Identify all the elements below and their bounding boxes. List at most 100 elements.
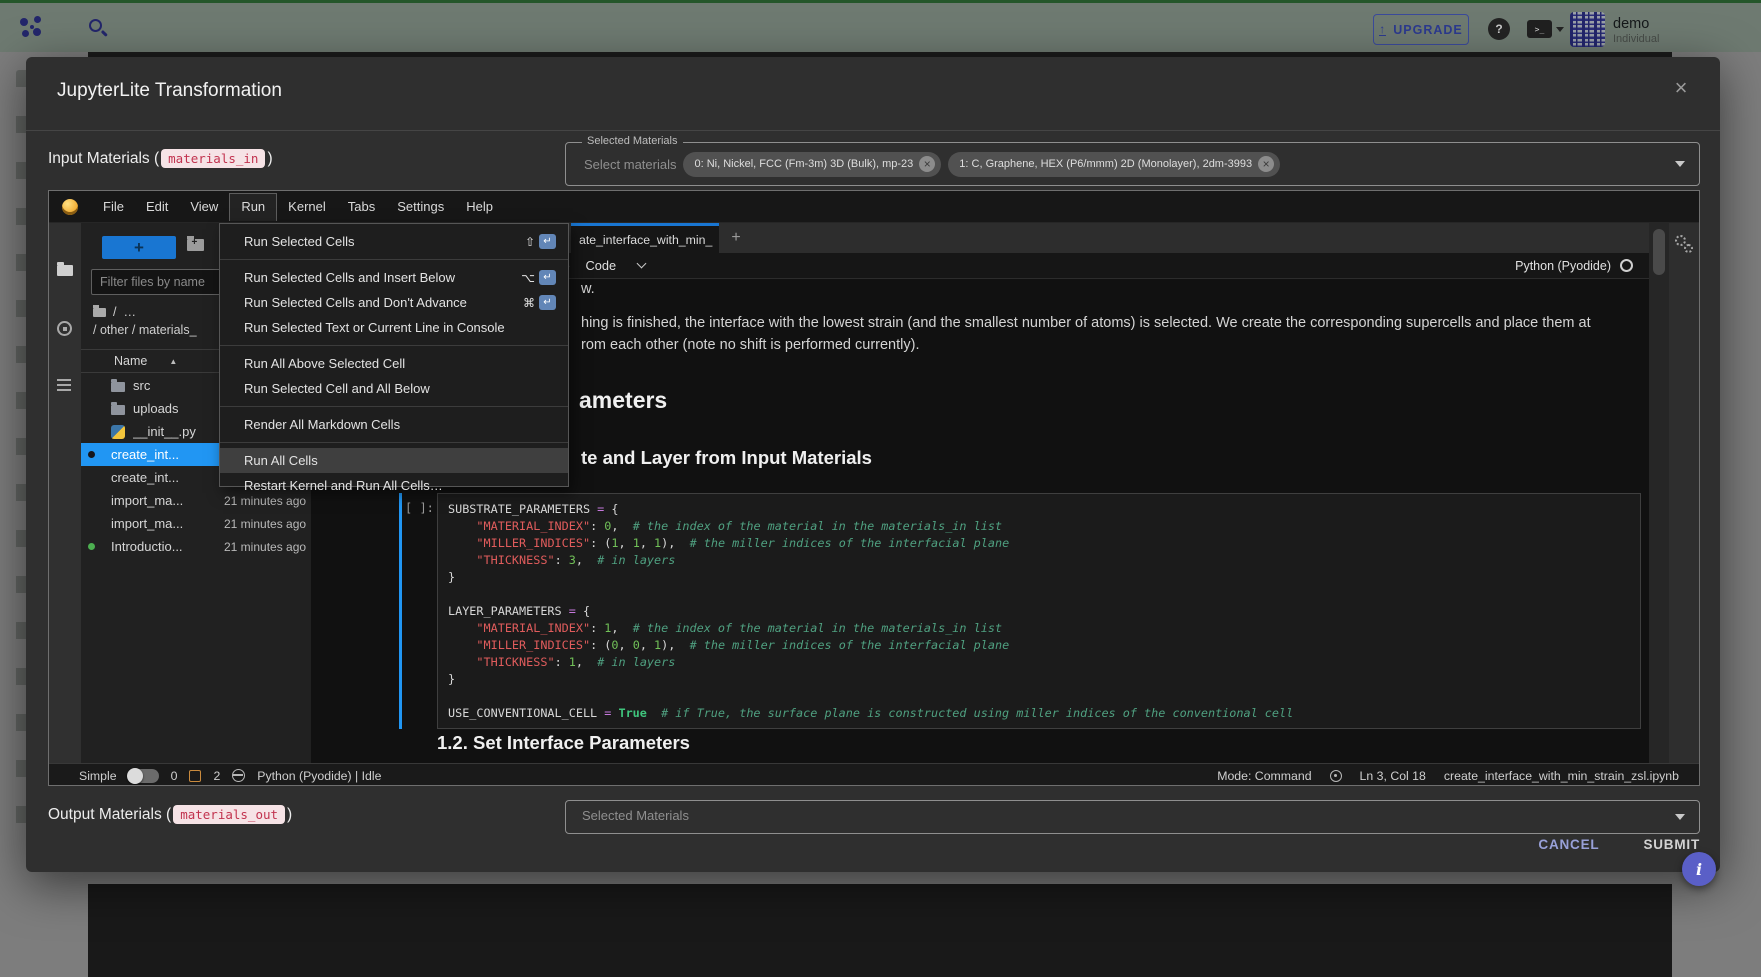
simple-mode-toggle[interactable]	[129, 769, 159, 783]
file-modified: 21 minutes ago	[224, 517, 306, 531]
run-menu-dropdown: Run Selected Cells ⇧ ↵ Run Selected Cell…	[219, 223, 569, 487]
dialog-title: JupyterLite Transformation	[57, 80, 282, 102]
kernel-status-text[interactable]: Python (Pyodide) | Idle	[257, 769, 381, 783]
menubar-items: File Edit View Run	[92, 193, 504, 221]
run-menu-item[interactable]: Run Selected Cells ⇧ ↵	[220, 229, 568, 254]
user-avatar[interactable]	[1570, 12, 1605, 47]
chip-close-icon[interactable]: ×	[1258, 156, 1274, 172]
menubar-item[interactable]: Tabs	[337, 194, 386, 219]
kernels-count[interactable]: 2	[213, 769, 220, 783]
menu-shortcut: ⇧ ↵	[525, 234, 556, 249]
name-column-header: Name	[114, 354, 147, 368]
run-menu-item-label: Restart Kernel and Run All Cells…	[244, 478, 556, 493]
cell-type-dropdown[interactable]: Code	[586, 258, 617, 273]
dropdown-caret-icon[interactable]	[1675, 161, 1685, 167]
app-topbar: ↑ UPGRADE ? >_ demo Individual	[0, 0, 1761, 52]
running-sessions-icon[interactable]	[57, 321, 72, 336]
menubar-item[interactable]: View	[179, 194, 229, 219]
console-icon[interactable]: >_	[1527, 20, 1552, 38]
cursor-position[interactable]: Ln 3, Col 18	[1360, 769, 1426, 783]
jupyter-statusbar: Simple 0 2 Python (Pyodide) | Idle Mode:…	[49, 763, 1699, 786]
run-menu-item[interactable]: Run Selected Cell and All Below	[220, 376, 568, 401]
jupyterlite-transformation-dialog: JupyterLite Transformation × Input Mater…	[26, 57, 1720, 872]
screen: ↑ UPGRADE ? >_ demo Individual JupyterLi…	[0, 0, 1761, 977]
output-materials-select[interactable]: Selected Materials	[565, 800, 1700, 834]
sort-asc-icon: ▲	[169, 357, 177, 366]
menubar-item[interactable]: Run	[229, 193, 277, 221]
jupyter-menubar: File Edit View Run	[49, 191, 1699, 223]
scrollbar-thumb[interactable]	[1653, 229, 1665, 275]
cell-type-caret-icon[interactable]	[637, 259, 647, 269]
file-name: create_int...	[111, 470, 179, 485]
run-menu-item[interactable]: Render All Markdown Cells	[220, 412, 568, 437]
run-menu-item[interactable]: Restart Kernel and Run All Cells…	[220, 473, 568, 498]
run-menu-item[interactable]: Run Selected Text or Current Line in Con…	[220, 315, 568, 340]
upgrade-button[interactable]: ↑ UPGRADE	[1373, 14, 1469, 45]
new-tab-button[interactable]: +	[725, 227, 747, 249]
markdown-paragraph-line2: rom each other (note no shift is perform…	[581, 337, 919, 353]
menubar-item[interactable]: Settings	[386, 194, 455, 219]
run-menu-item[interactable]: Run Selected Cells and Insert Below ⌥ ↵	[220, 265, 568, 290]
material-chip[interactable]: 1: C, Graphene, HEX (P6/mmm) 2D (Monolay…	[948, 152, 1280, 177]
breadcrumb-ellipsis: …	[123, 305, 136, 319]
menubar-item[interactable]: Edit	[135, 194, 179, 219]
info-fab-button[interactable]: i	[1682, 852, 1716, 886]
upgrade-label: UPGRADE	[1393, 23, 1463, 37]
kernel-status-icon[interactable]	[1620, 259, 1633, 272]
command-mode-label[interactable]: Mode: Command	[1217, 769, 1311, 783]
markdown-fragment-top: w.	[581, 281, 595, 297]
kernel-name[interactable]: Python (Pyodide)	[1515, 259, 1611, 273]
selected-materials-input[interactable]: Selected Materials Select materials 0: N…	[565, 142, 1700, 186]
file-type-icon	[111, 425, 125, 439]
help-icon[interactable]: ?	[1488, 18, 1510, 40]
menubar-item-label: File	[103, 199, 124, 214]
terminals-count[interactable]: 0	[171, 769, 178, 783]
statusbar-filename: create_interface_with_min_strain_zsl.ipy…	[1444, 769, 1679, 783]
notebook-scrollbar[interactable]	[1649, 223, 1669, 763]
run-menu-item-label: Run Selected Cells and Insert Below	[244, 270, 521, 285]
language-globe-icon[interactable]	[232, 769, 245, 782]
notebook-tab[interactable]: ate_interface_with_min_	[571, 223, 719, 253]
submit-button[interactable]: SUBMIT	[1643, 837, 1700, 852]
return-key-icon: ↵	[539, 270, 556, 285]
output-materials-label: Output Materials ( materials_out )	[48, 805, 292, 824]
file-row[interactable]: Introductio... 21 minutes ago	[81, 535, 311, 558]
material-chip[interactable]: 0: Ni, Nickel, FCC (Fm-3m) 3D (Bulk), mp…	[683, 152, 941, 177]
cell-prompt: [ ]:	[405, 501, 434, 515]
run-menu-item[interactable]: Run All Above Selected Cell	[220, 351, 568, 376]
statusbar-left: Simple 0 2 Python (Pyodide) | Idle	[49, 769, 381, 783]
output-select-placeholder: Selected Materials	[582, 808, 689, 823]
modifier-key-icon: ⌘	[523, 296, 535, 310]
material-chip-label: 1: C, Graphene, HEX (P6/mmm) 2D (Monolay…	[959, 158, 1252, 170]
property-inspector-icon[interactable]	[1675, 235, 1695, 255]
output-dropdown-caret-icon[interactable]	[1675, 814, 1685, 820]
menubar-item[interactable]: File	[92, 194, 135, 219]
run-menu-item-label: Run Selected Text or Current Line in Con…	[244, 320, 556, 335]
notification-icon[interactable]	[1330, 770, 1342, 782]
modifier-key-icon: ⌥	[521, 271, 535, 285]
menubar-item[interactable]: Kernel	[277, 194, 337, 219]
app-logo-icon[interactable]	[20, 16, 44, 40]
file-browser-tab-icon[interactable]	[57, 265, 73, 276]
input-materials-label: Input Materials ( materials_in )	[48, 149, 273, 168]
new-launcher-button[interactable]: +	[102, 236, 176, 259]
file-name: src	[133, 378, 150, 393]
run-menu-item[interactable]: Run All Cells	[220, 448, 568, 473]
new-folder-icon[interactable]	[187, 239, 204, 251]
upload-arrow-icon: ↑	[1379, 24, 1386, 36]
run-menu-item[interactable]: Run Selected Cells and Don't Advance ⌘ ↵	[220, 290, 568, 315]
close-icon[interactable]: ×	[1668, 75, 1694, 101]
file-type-icon	[111, 382, 125, 392]
console-caret-icon	[1556, 27, 1564, 32]
table-of-contents-icon[interactable]	[57, 379, 71, 381]
chip-close-icon[interactable]: ×	[919, 156, 935, 172]
menubar-item-label: View	[190, 199, 218, 214]
kernel-sessions-icon[interactable]	[189, 770, 201, 782]
search-icon[interactable]	[89, 19, 102, 32]
file-name: create_int...	[111, 447, 179, 462]
cancel-button[interactable]: CANCEL	[1538, 837, 1599, 852]
code-cell-editor[interactable]: SUBSTRATE_PARAMETERS = { "MATERIAL_INDEX…	[437, 493, 1641, 729]
file-row[interactable]: import_ma... 21 minutes ago	[81, 512, 311, 535]
menubar-item[interactable]: Help	[455, 194, 504, 219]
breadcrumb[interactable]: / …	[93, 305, 136, 319]
